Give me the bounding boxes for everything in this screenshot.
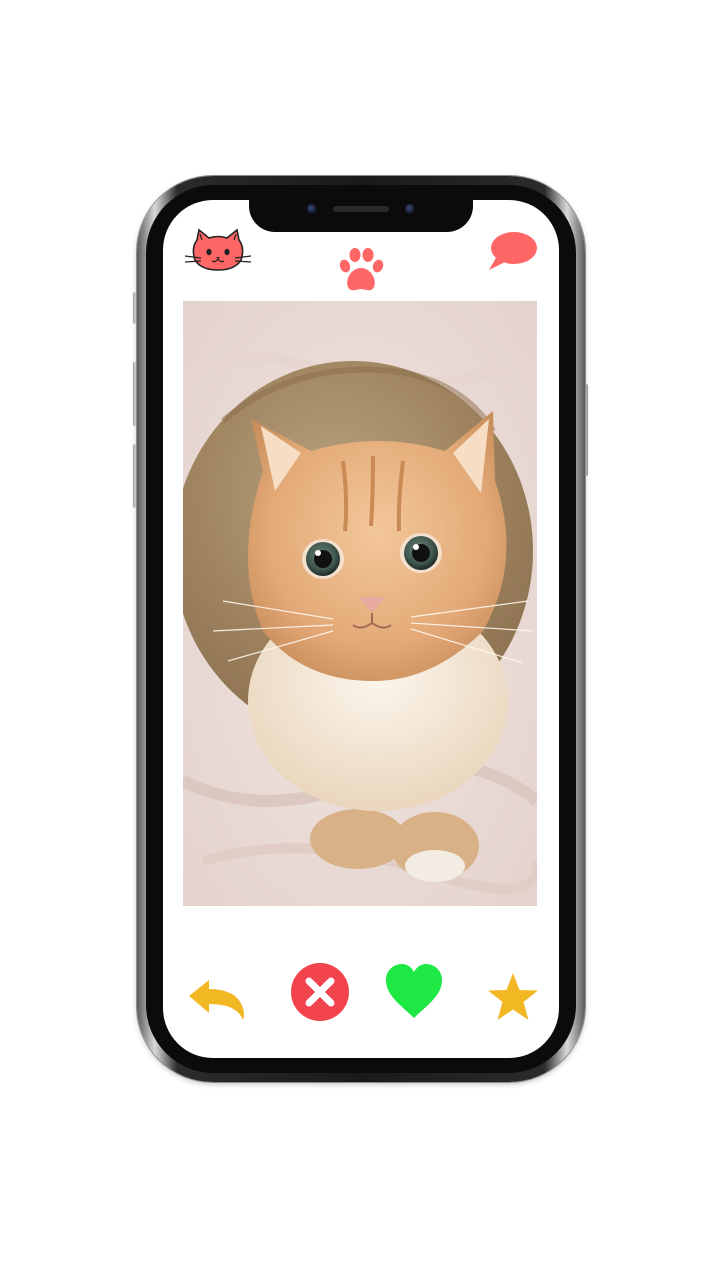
notch xyxy=(249,200,473,232)
face-sensor xyxy=(405,204,415,214)
front-camera xyxy=(307,204,317,214)
earpiece-speaker xyxy=(333,206,389,212)
cat-photo[interactable] xyxy=(183,301,537,906)
superlike-button[interactable] xyxy=(487,972,539,1022)
stage xyxy=(0,0,720,1280)
app-screen xyxy=(163,200,559,1058)
undo-button[interactable] xyxy=(187,978,247,1022)
paw-icon[interactable] xyxy=(337,246,385,294)
cat-face-icon[interactable] xyxy=(183,228,253,274)
cat-photo-image xyxy=(183,301,537,906)
dislike-button[interactable] xyxy=(290,962,350,1022)
like-button[interactable] xyxy=(384,964,444,1020)
speech-bubble-icon[interactable] xyxy=(487,230,539,272)
